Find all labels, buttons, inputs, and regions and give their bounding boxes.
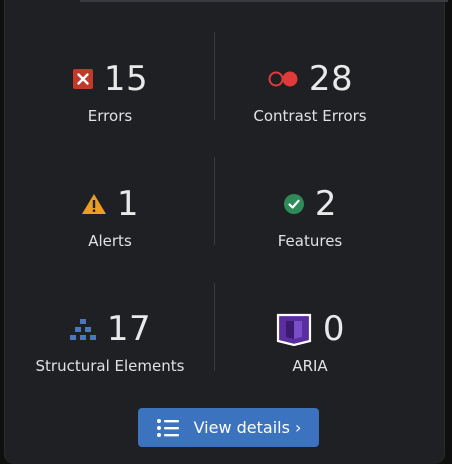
contrast-errors-label: Contrast Errors: [253, 107, 367, 125]
alert-triangle-icon: [81, 193, 107, 215]
list-icon: [156, 418, 180, 438]
view-details-button[interactable]: View details ›: [138, 408, 319, 447]
structural-elements-count: 17: [106, 309, 152, 349]
aria-label: ARIA: [292, 357, 328, 375]
checkmark-circle-icon: [283, 193, 305, 215]
summary-panel: 15 Errors 28 Contrast Errors 1 Alerts 2 …: [4, 0, 448, 464]
error-x-icon: [72, 68, 94, 90]
errors-count: 15: [103, 59, 149, 99]
alerts-label: Alerts: [88, 232, 132, 250]
alerts-count: 1: [116, 184, 140, 224]
contrast-errors-metric: 28 Contrast Errors: [205, 58, 415, 138]
aria-shape-icon: [275, 312, 313, 346]
structural-elements-metric: 17 Structural Elements: [5, 308, 215, 388]
features-count: 2: [314, 184, 338, 224]
view-details-label: View details ›: [193, 418, 302, 437]
panel-top-edge: [80, 0, 448, 2]
contrast-errors-count: 28: [308, 59, 354, 99]
aria-count: 0: [322, 309, 346, 349]
errors-label: Errors: [87, 107, 133, 125]
structural-elements-label: Structural Elements: [35, 357, 185, 375]
aria-metric: 0 ARIA: [205, 308, 415, 388]
features-metric: 2 Features: [205, 183, 415, 263]
hierarchy-icon: [69, 318, 97, 340]
features-label: Features: [277, 232, 343, 250]
contrast-circles-icon: [267, 70, 299, 88]
errors-metric: 15 Errors: [5, 58, 215, 138]
alerts-metric: 1 Alerts: [5, 183, 215, 263]
